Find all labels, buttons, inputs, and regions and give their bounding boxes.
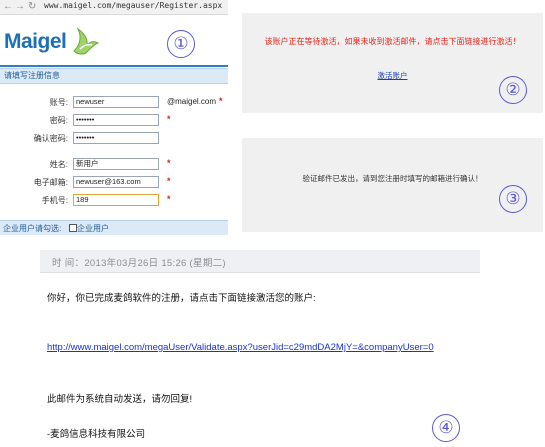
domain-suffix: @maigel.com	[167, 97, 217, 106]
required-mark: *	[167, 158, 171, 168]
register-panel: ← → ↻ www.maigel.com/megauser/Register.a…	[0, 0, 228, 242]
password-row: 密码: ••••••• *	[0, 114, 228, 126]
marker-3: ③	[499, 185, 527, 213]
enterprise-user-checkbox-label[interactable]: 企业用户	[77, 223, 109, 234]
phone-row: 手机号: 189 *	[0, 194, 228, 206]
back-arrow-icon[interactable]: ←	[3, 0, 13, 13]
verification-sent-panel: 验证邮件已发出，请到您注册时填写的邮箱进行确认！ ③	[242, 138, 543, 232]
marker-1: ①	[167, 30, 195, 58]
enterprise-user-bar: 企业用户请勾选: 企业用户	[0, 220, 228, 235]
email-signature: -麦鸽信息科技有限公司	[47, 429, 146, 440]
dove-logo-icon	[73, 27, 100, 55]
name-row: 姓名: 新用户 *	[0, 158, 228, 170]
account-row: 账号: newuser @maigel.com *	[0, 96, 228, 108]
browser-address-bar: ← → ↻ www.maigel.com/megauser/Register.a…	[0, 0, 228, 15]
password-label: 密码:	[49, 116, 68, 125]
required-mark: *	[167, 176, 171, 186]
forward-arrow-icon[interactable]: →	[15, 0, 25, 13]
email-input[interactable]: newuser@163.com	[73, 176, 159, 188]
activation-pending-panel: 该账户正在等待激活，如果未收到激活邮件，请点击下面链接进行激活！ 激活账户 ②	[242, 13, 543, 113]
email-label: 电子邮箱:	[33, 178, 68, 187]
activation-pending-message: 该账户正在等待激活，如果未收到激活邮件，请点击下面链接进行激活！	[264, 37, 521, 46]
form-header-title: 请填写注册信息	[4, 71, 60, 80]
phone-input[interactable]: 189	[73, 194, 159, 206]
email-timestamp: 时 间：2013年03月26日 15:26 (星期二)	[52, 258, 226, 269]
marker-4: ④	[432, 414, 460, 442]
maigel-logo: Maigel	[4, 30, 67, 53]
confirm-password-row: 确认密码: •••••••	[0, 132, 228, 144]
email-time-bar: 时 间：2013年03月26日 15:26 (星期二)	[40, 250, 480, 273]
email-row: 电子邮箱: newuser@163.com *	[0, 176, 228, 188]
logo-banner: Maigel ①	[0, 15, 228, 67]
name-input[interactable]: 新用户	[73, 158, 159, 170]
name-label: 姓名:	[49, 160, 68, 169]
email-greeting: 你好，你已完成麦鸽软件的注册，请点击下面链接激活您的账户:	[47, 293, 316, 304]
activation-email-panel: 时 间：2013年03月26日 15:26 (星期二) 你好，你已完成麦鸽软件的…	[40, 250, 485, 447]
account-input[interactable]: newuser	[73, 96, 159, 108]
required-mark: *	[167, 114, 171, 124]
email-activation-link[interactable]: http://www.maigel.com/megaUser/Validate.…	[47, 342, 434, 353]
required-mark: *	[219, 96, 223, 106]
confirm-password-label: 确认密码:	[33, 134, 68, 143]
verification-sent-message: 验证邮件已发出，请到您注册时填写的邮箱进行确认！	[302, 174, 483, 183]
url-text[interactable]: www.maigel.com/megauser/Register.aspx	[44, 1, 222, 10]
form-header: 请填写注册信息	[0, 68, 228, 84]
account-label: 账号:	[49, 98, 68, 107]
activate-account-link[interactable]: 激活账户	[242, 70, 543, 81]
enterprise-user-prompt: 企业用户请勾选:	[3, 224, 62, 233]
phone-label: 手机号:	[41, 196, 68, 205]
email-auto-note: 此邮件为系统自动发送，请勿回复!	[47, 394, 193, 405]
enterprise-user-checkbox[interactable]	[69, 224, 77, 232]
marker-2: ②	[499, 76, 527, 104]
refresh-icon[interactable]: ↻	[28, 0, 36, 13]
confirm-password-input[interactable]: •••••••	[73, 132, 159, 144]
password-input[interactable]: •••••••	[73, 114, 159, 126]
required-mark: *	[167, 194, 171, 204]
